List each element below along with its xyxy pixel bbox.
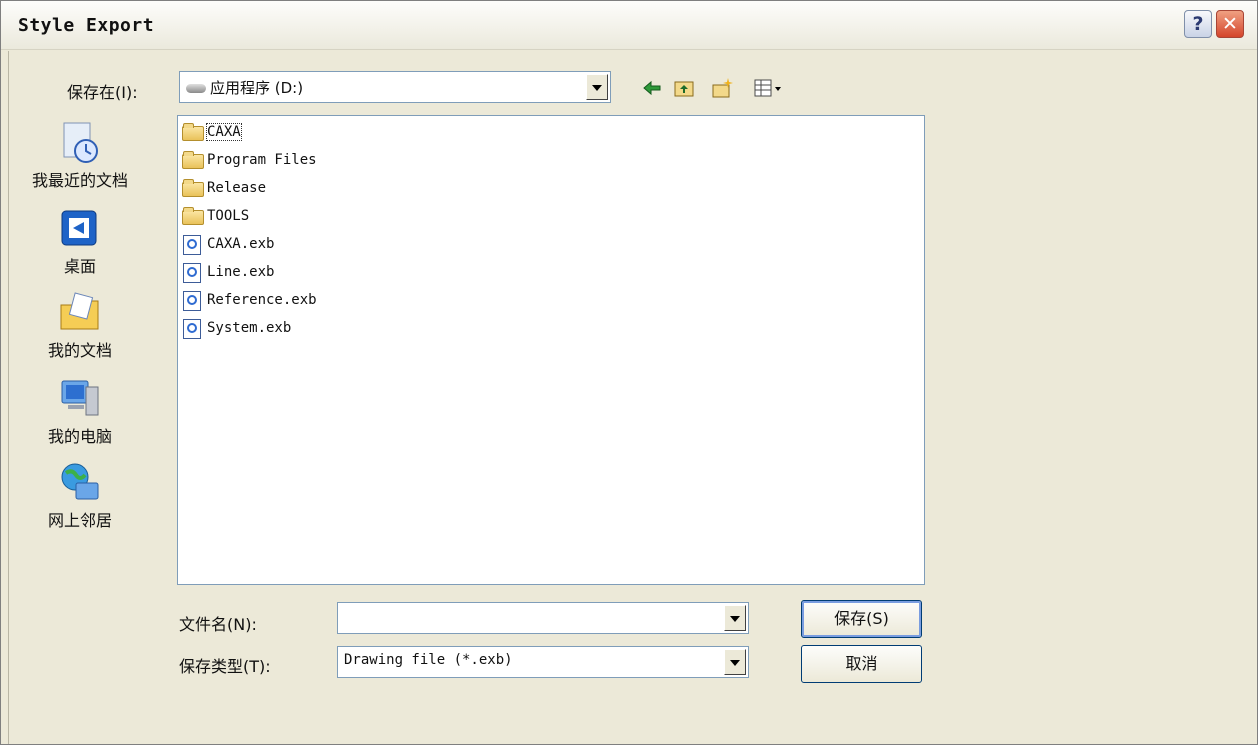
place-label: 我最近的文档 xyxy=(31,171,128,190)
title-bar[interactable]: Style Export ? ✕ xyxy=(1,1,1257,50)
place-label: 桌面 xyxy=(63,257,96,276)
file-name: Release xyxy=(207,180,267,196)
place-desktop[interactable]: 桌面 xyxy=(25,207,135,277)
file-type-label: 保存类型(T): xyxy=(179,657,271,676)
chevron-down-icon[interactable] xyxy=(724,605,746,631)
place-recent-documents[interactable]: 我最近的文档 xyxy=(25,121,135,191)
back-icon[interactable] xyxy=(641,77,663,99)
style-export-dialog: Style Export ? ✕ 保存在(I): 应用程序 (D:) 我最近的文… xyxy=(0,0,1258,745)
file-type-select[interactable]: Drawing file (*.exb) xyxy=(337,646,749,678)
file-list[interactable]: CAXA Program Files Release TOOLS CAXA.ex… xyxy=(177,115,925,585)
chevron-down-icon[interactable] xyxy=(586,74,608,100)
file-name: Reference.exb xyxy=(207,292,317,308)
drive-icon xyxy=(186,84,206,93)
exb-file-icon xyxy=(182,291,204,311)
view-menu-icon[interactable] xyxy=(753,77,789,99)
list-item[interactable]: Reference.exb xyxy=(182,288,317,312)
list-item[interactable]: CAXA.exb xyxy=(182,232,274,256)
place-label: 我的电脑 xyxy=(47,427,112,446)
recent-documents-icon xyxy=(58,121,102,165)
list-item[interactable]: Program Files xyxy=(182,148,317,172)
chevron-down-icon[interactable] xyxy=(724,649,746,675)
desktop-icon xyxy=(58,207,102,251)
folder-icon xyxy=(182,179,204,197)
folder-icon xyxy=(182,123,204,141)
save-button[interactable]: 保存(S) xyxy=(801,600,922,638)
place-label: 网上邻居 xyxy=(47,511,112,530)
folder-icon xyxy=(182,151,204,169)
dialog-title: Style Export xyxy=(18,15,155,36)
file-name-label: 文件名(N): xyxy=(179,615,257,634)
exb-file-icon xyxy=(182,235,204,255)
exb-file-icon xyxy=(182,319,204,339)
save-in-select[interactable]: 应用程序 (D:) xyxy=(179,71,611,103)
save-in-value: 应用程序 (D:) xyxy=(210,79,304,97)
place-network[interactable]: 网上邻居 xyxy=(25,461,135,531)
help-button[interactable]: ? xyxy=(1184,10,1212,38)
list-item[interactable]: CAXA xyxy=(182,120,242,144)
file-name: CAXA xyxy=(206,123,242,141)
file-name-input[interactable] xyxy=(337,602,749,634)
network-places-icon xyxy=(58,461,102,505)
up-folder-icon[interactable] xyxy=(673,77,695,99)
my-documents-icon xyxy=(58,291,102,335)
file-name: System.exb xyxy=(207,320,292,336)
save-in-value-wrap: 应用程序 (D:) xyxy=(186,77,303,98)
list-item[interactable]: Line.exb xyxy=(182,260,274,284)
save-in-label: 保存在(I): xyxy=(67,83,138,102)
new-folder-icon[interactable] xyxy=(711,77,733,99)
place-my-documents[interactable]: 我的文档 xyxy=(25,291,135,361)
place-my-computer[interactable]: 我的电脑 xyxy=(25,377,135,447)
folder-icon xyxy=(182,207,204,225)
file-name: Program Files xyxy=(207,152,317,168)
close-button[interactable]: ✕ xyxy=(1216,10,1244,38)
list-item[interactable]: Release xyxy=(182,176,266,200)
exb-file-icon xyxy=(182,263,204,283)
file-name: CAXA.exb xyxy=(207,236,275,252)
my-computer-icon xyxy=(58,377,102,421)
list-item[interactable]: System.exb xyxy=(182,316,291,340)
file-type-value: Drawing file (*.exb) xyxy=(344,652,513,668)
cancel-button[interactable]: 取消 xyxy=(801,645,922,683)
place-label: 我的文档 xyxy=(47,341,112,360)
list-item[interactable]: TOOLS xyxy=(182,204,249,228)
file-name: TOOLS xyxy=(207,208,250,224)
file-name: Line.exb xyxy=(207,264,275,280)
